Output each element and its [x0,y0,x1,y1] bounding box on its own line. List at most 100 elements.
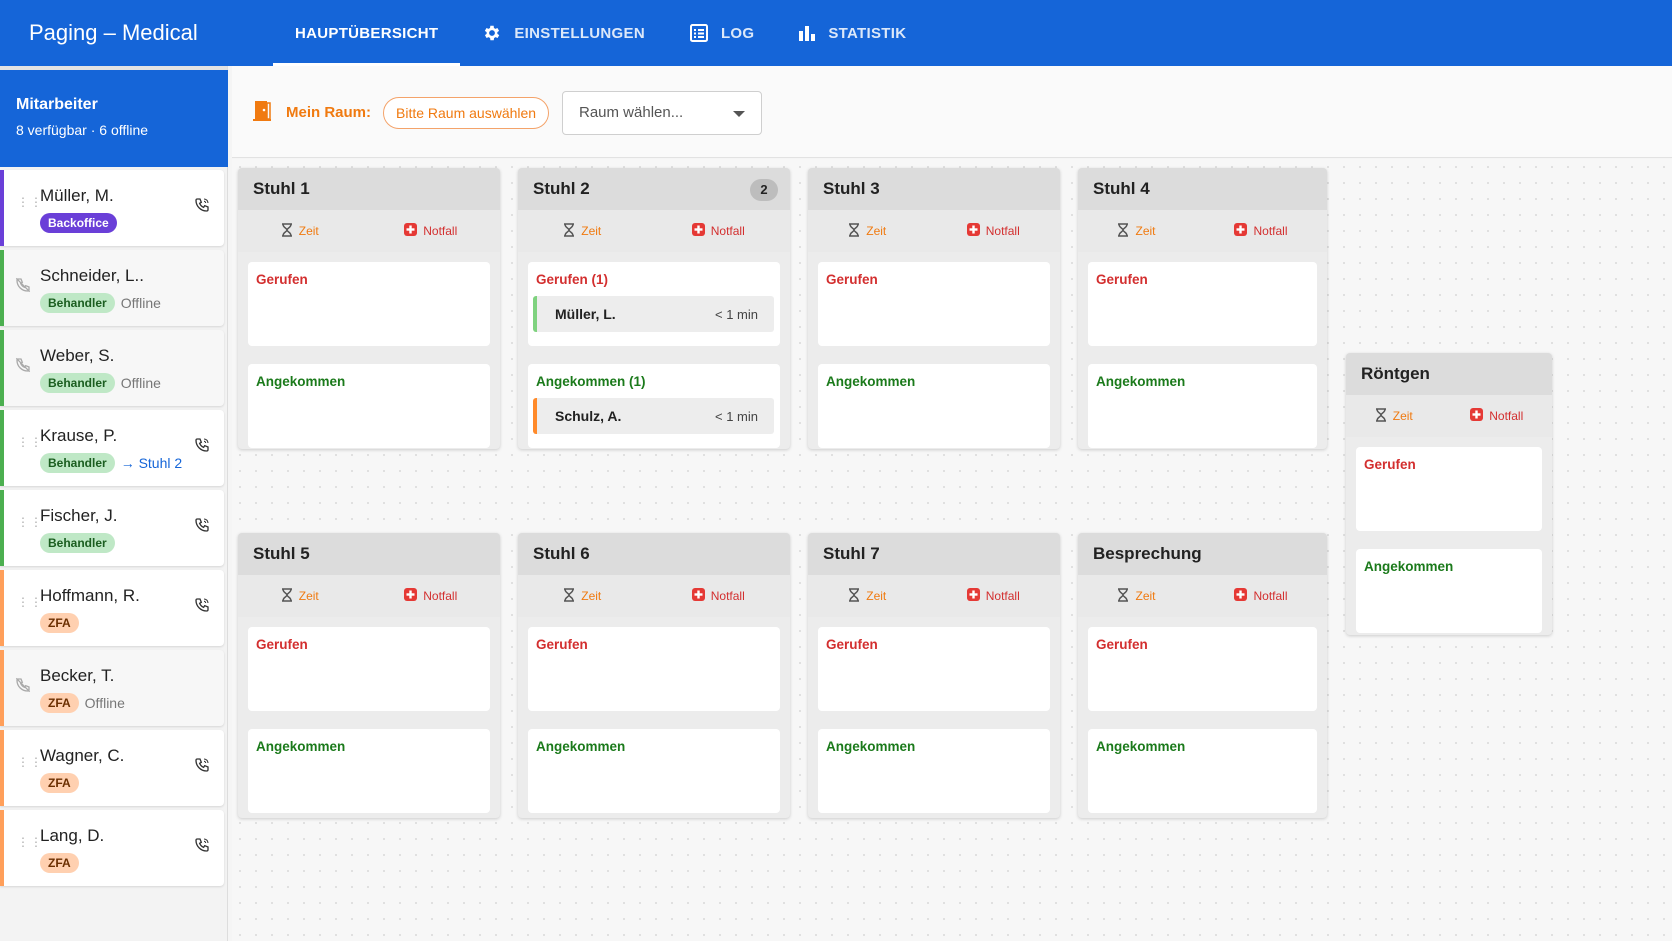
role-badge: Behandler [40,533,115,553]
bar-chart-icon [798,24,816,42]
room-select[interactable]: Raum wählen... [562,91,762,135]
notfall-button[interactable]: Notfall [404,588,457,604]
arrived-zone[interactable]: Angekommen [248,364,490,448]
zeit-button[interactable]: Zeit [848,587,886,605]
notfall-label: Notfall [710,589,745,603]
staff-card[interactable]: ⋮⋮ Lang, D. ZFA [0,810,224,886]
called-title: Gerufen [256,272,308,287]
called-zone[interactable]: Gerufen (1) Müller, L. < 1 min [528,262,780,346]
staff-card[interactable]: ⋮⋮ Fischer, J. Behandler [0,490,224,566]
tab-label: STATISTIK [828,24,907,42]
arrived-title: Angekommen [256,374,346,389]
staff-card[interactable]: Schneider, L.. Behandler Offline [0,250,224,326]
staff-card[interactable]: ⋮⋮ Müller, M. Backoffice [0,170,224,246]
page-phone-icon[interactable] [194,837,210,858]
zeit-button[interactable]: Zeit [848,222,886,240]
staff-card[interactable]: ⋮⋮ Krause, P. Behandler → Stuhl 2 [0,410,224,486]
arrived-title: Angekommen [826,739,916,754]
zeit-button[interactable]: Zeit [1375,407,1413,425]
notfall-button[interactable]: Notfall [966,588,1020,604]
called-zone[interactable]: Gerufen [1088,262,1317,346]
notfall-button[interactable]: Notfall [966,223,1020,239]
called-zone[interactable]: Gerufen [1356,447,1542,531]
called-zone[interactable]: Gerufen [248,262,490,346]
notfall-button[interactable]: Notfall [1470,408,1523,424]
zeit-button[interactable]: Zeit [1117,222,1156,240]
called-zone[interactable]: Gerufen [248,627,490,711]
room-title: Stuhl 3 [823,179,880,198]
staff-name: Fischer, J. [40,506,118,525]
notfall-label: Notfall [1253,589,1288,603]
notfall-button[interactable]: Notfall [691,588,745,604]
zeit-button[interactable]: Zeit [281,222,319,240]
page-phone-icon[interactable] [194,437,210,458]
page-phone-icon[interactable] [194,597,210,618]
tab-statistik[interactable]: STATISTIK [776,0,928,66]
staff-card[interactable]: Weber, S. Behandler Offline [0,330,224,406]
room-card: Stuhl 5 Zeit Notfall Gerufen Angekommen [238,533,500,818]
staff-card[interactable]: ⋮⋮ Wagner, C. ZFA [0,730,224,806]
called-zone[interactable]: Gerufen [528,627,780,711]
zeit-button[interactable]: Zeit [563,587,601,605]
tab-hauptuebersicht[interactable]: HAUPTÜBERSICHT [273,0,461,66]
zeit-label: Zeit [298,589,319,603]
page-phone-icon[interactable] [194,517,210,538]
arrived-zone[interactable]: Angekommen [1356,549,1542,633]
called-zone[interactable]: Gerufen [1088,627,1317,711]
room-header: Stuhl 3 [808,168,1060,210]
staff-name: Krause, P. [40,426,118,445]
room-header: Stuhl 2 2 [518,168,790,210]
room-selection-bar: Mein Raum: Bitte Raum auswählen Raum wäh… [232,66,1672,158]
tab-log[interactable]: LOG [667,0,776,66]
called-entry[interactable]: Müller, L. < 1 min [533,296,774,332]
room-grid: Stuhl 1 Zeit Notfall Gerufen Angekommen Stuhl… [232,159,1672,941]
arrived-zone[interactable]: Angekommen [1088,729,1317,813]
page-phone-icon[interactable] [194,197,210,218]
zeit-button[interactable]: Zeit [563,222,601,240]
notfall-button[interactable]: Notfall [1234,588,1288,604]
room-actions: Zeit Notfall [808,210,1060,252]
arrived-zone[interactable]: Angekommen [248,729,490,813]
staff-name: Müller, M. [40,186,114,205]
staff-meta: ZFA [40,773,79,793]
notfall-button[interactable]: Notfall [1234,223,1288,239]
room-actions: Zeit Notfall [518,575,790,617]
zeit-button[interactable]: Zeit [1117,587,1156,605]
arrived-zone[interactable]: Angekommen (1) Schulz, A. < 1 min [528,364,780,448]
entry-name: Müller, L. [555,306,616,322]
room-actions: Zeit Notfall [238,575,500,617]
sidebar-header: Mitarbeiter 8 verfügbar · 6 offline [0,70,228,167]
notfall-label: Notfall [1489,409,1524,423]
tab-einstellungen[interactable]: EINSTELLUNGEN [460,0,667,66]
entry-time: < 1 min [715,306,758,322]
staff-card[interactable]: ⋮⋮ Hoffmann, R. ZFA [0,570,224,646]
called-zone[interactable]: Gerufen [818,262,1050,346]
arrived-zone[interactable]: Angekommen [528,729,780,813]
notfall-button[interactable]: Notfall [691,223,745,239]
arrived-zone[interactable]: Angekommen [818,729,1050,813]
offline-icon [15,677,31,698]
emergency-cross-icon [691,588,705,604]
arrived-zone[interactable]: Angekommen [1088,364,1317,448]
assigned-room-link[interactable]: → Stuhl 2 [121,455,182,471]
room-header: Stuhl 1 [238,168,500,210]
called-zone[interactable]: Gerufen [818,627,1050,711]
staff-meta: ZFA [40,853,79,873]
staff-card[interactable]: Becker, T. ZFA Offline [0,650,224,726]
arrived-entry[interactable]: Schulz, A. < 1 min [533,398,774,434]
called-title: Gerufen (1) [536,272,609,287]
zeit-button[interactable]: Zeit [281,587,319,605]
offline-icon [15,277,31,298]
tab-label: EINSTELLUNGEN [514,24,645,42]
called-title: Gerufen [1364,457,1416,472]
hourglass-icon [563,587,575,605]
select-room-chip[interactable]: Bitte Raum auswählen [383,97,550,129]
arrived-zone[interactable]: Angekommen [818,364,1050,448]
room-actions: Zeit Notfall [1346,395,1552,437]
notfall-button[interactable]: Notfall [404,223,457,239]
emergency-cross-icon [404,223,418,239]
role-badge: ZFA [40,853,79,873]
room-card: Stuhl 4 Zeit Notfall Gerufen Angekommen [1078,168,1327,449]
page-phone-icon[interactable] [194,757,210,778]
my-room-label: Mein Raum: [286,104,372,121]
